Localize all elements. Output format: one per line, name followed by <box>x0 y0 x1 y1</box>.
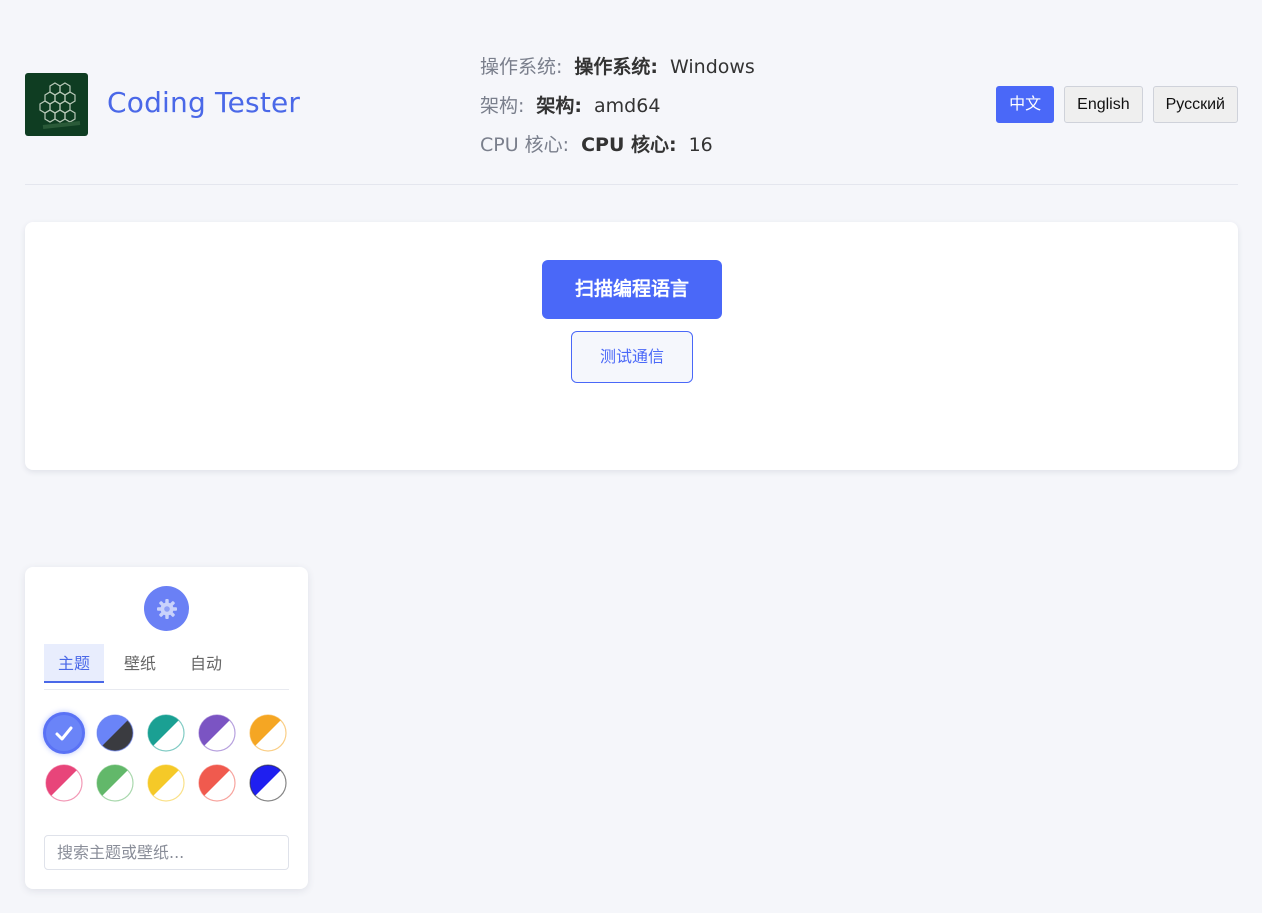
tab-theme[interactable]: 主题 <box>44 644 104 683</box>
scan-languages-button[interactable]: 扫描编程语言 <box>542 260 722 319</box>
theme-swatch-red[interactable] <box>198 764 236 802</box>
honeycomb-logo-icon <box>25 73 88 136</box>
system-info: 操作系统: 操作系统: Windows 架构: 架构: amd64 CPU 核心: CPU… <box>480 52 755 169</box>
lang-button-en[interactable]: English <box>1064 86 1143 123</box>
arch-value: amd64 <box>594 95 661 117</box>
theme-swatch-orange[interactable] <box>249 714 287 752</box>
theme-swatch-dark[interactable] <box>96 714 134 752</box>
theme-swatch-green[interactable] <box>96 764 134 802</box>
theme-tabs: 主题 壁纸 自动 <box>44 644 289 690</box>
tab-auto[interactable]: 自动 <box>176 644 236 683</box>
os-value: Windows <box>670 56 755 78</box>
theme-swatch-purple[interactable] <box>198 714 236 752</box>
theme-swatch-yellow[interactable] <box>147 764 185 802</box>
lang-button-zh[interactable]: 中文 <box>996 86 1055 123</box>
gear-icon[interactable] <box>144 586 189 631</box>
sysinfo-cpu: CPU 核心: CPU 核心: 16 <box>480 130 755 169</box>
cpu-value: 16 <box>688 134 713 156</box>
language-switcher: 中文 English Русский <box>996 86 1238 123</box>
test-communication-button[interactable]: 测试通信 <box>571 331 693 383</box>
arch-label-bold: 架构: <box>536 95 583 117</box>
theme-search-input[interactable] <box>44 835 289 870</box>
app-page: Coding Tester 操作系统: 操作系统: Windows 架构: 架构: am… <box>0 0 1262 913</box>
theme-swatch-pink[interactable] <box>45 764 83 802</box>
theme-swatch-contrast[interactable] <box>249 764 287 802</box>
theme-panel: 主题 壁纸 自动 <box>25 567 308 889</box>
cpu-label-bold: CPU 核心: <box>581 134 677 156</box>
theme-swatch-teal[interactable] <box>147 714 185 752</box>
main-card: 扫描编程语言 测试通信 <box>25 222 1238 470</box>
cpu-label: CPU 核心: <box>480 134 570 156</box>
app-title: Coding Tester <box>107 86 301 119</box>
theme-swatch-default-blue[interactable] <box>43 712 85 754</box>
arch-label: 架构: <box>480 95 525 117</box>
os-label: 操作系统: <box>480 56 563 78</box>
os-label-bold: 操作系统: <box>574 56 659 78</box>
tab-wallpaper[interactable]: 壁纸 <box>110 644 170 683</box>
sysinfo-os: 操作系统: 操作系统: Windows <box>480 52 755 91</box>
lang-button-ru[interactable]: Русский <box>1152 86 1238 123</box>
header: Coding Tester 操作系统: 操作系统: Windows 架构: 架构: am… <box>25 28 1238 185</box>
sysinfo-arch: 架构: 架构: amd64 <box>480 91 755 130</box>
